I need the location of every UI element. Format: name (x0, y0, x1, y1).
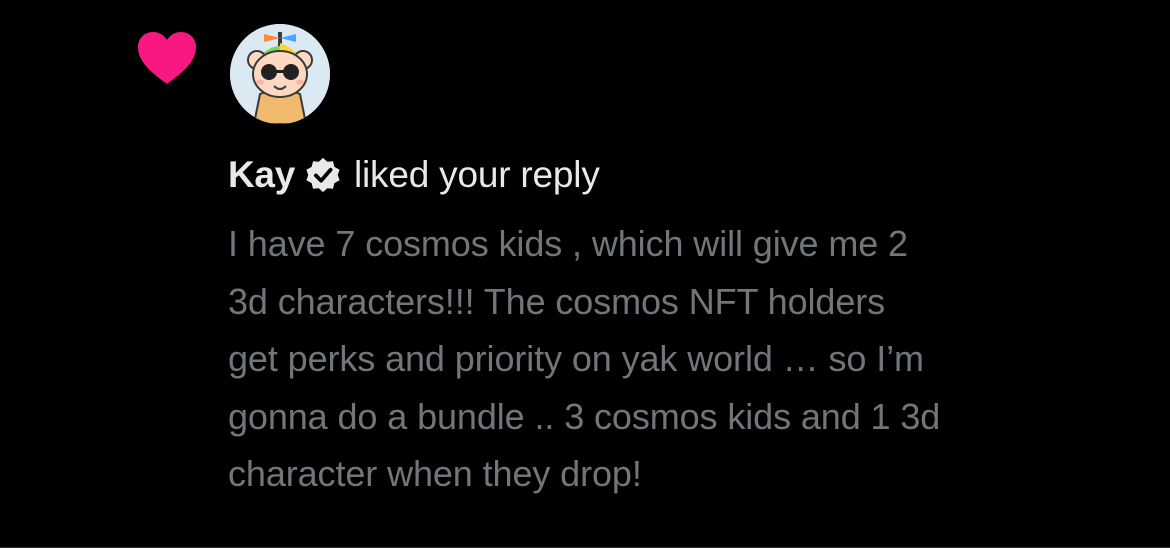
heart-icon (138, 32, 196, 84)
verified-badge-icon (306, 157, 340, 193)
avatar[interactable] (230, 24, 330, 124)
user-name[interactable]: Kay (228, 154, 295, 196)
notification-header: Kay liked your reply (228, 150, 600, 200)
reply-text[interactable]: I have 7 cosmos kids , which will give m… (228, 215, 1138, 503)
action-text: liked your reply (353, 154, 600, 195)
like-notification[interactable]: Kay liked your reply I have 7 cosmos kid… (0, 0, 1170, 548)
